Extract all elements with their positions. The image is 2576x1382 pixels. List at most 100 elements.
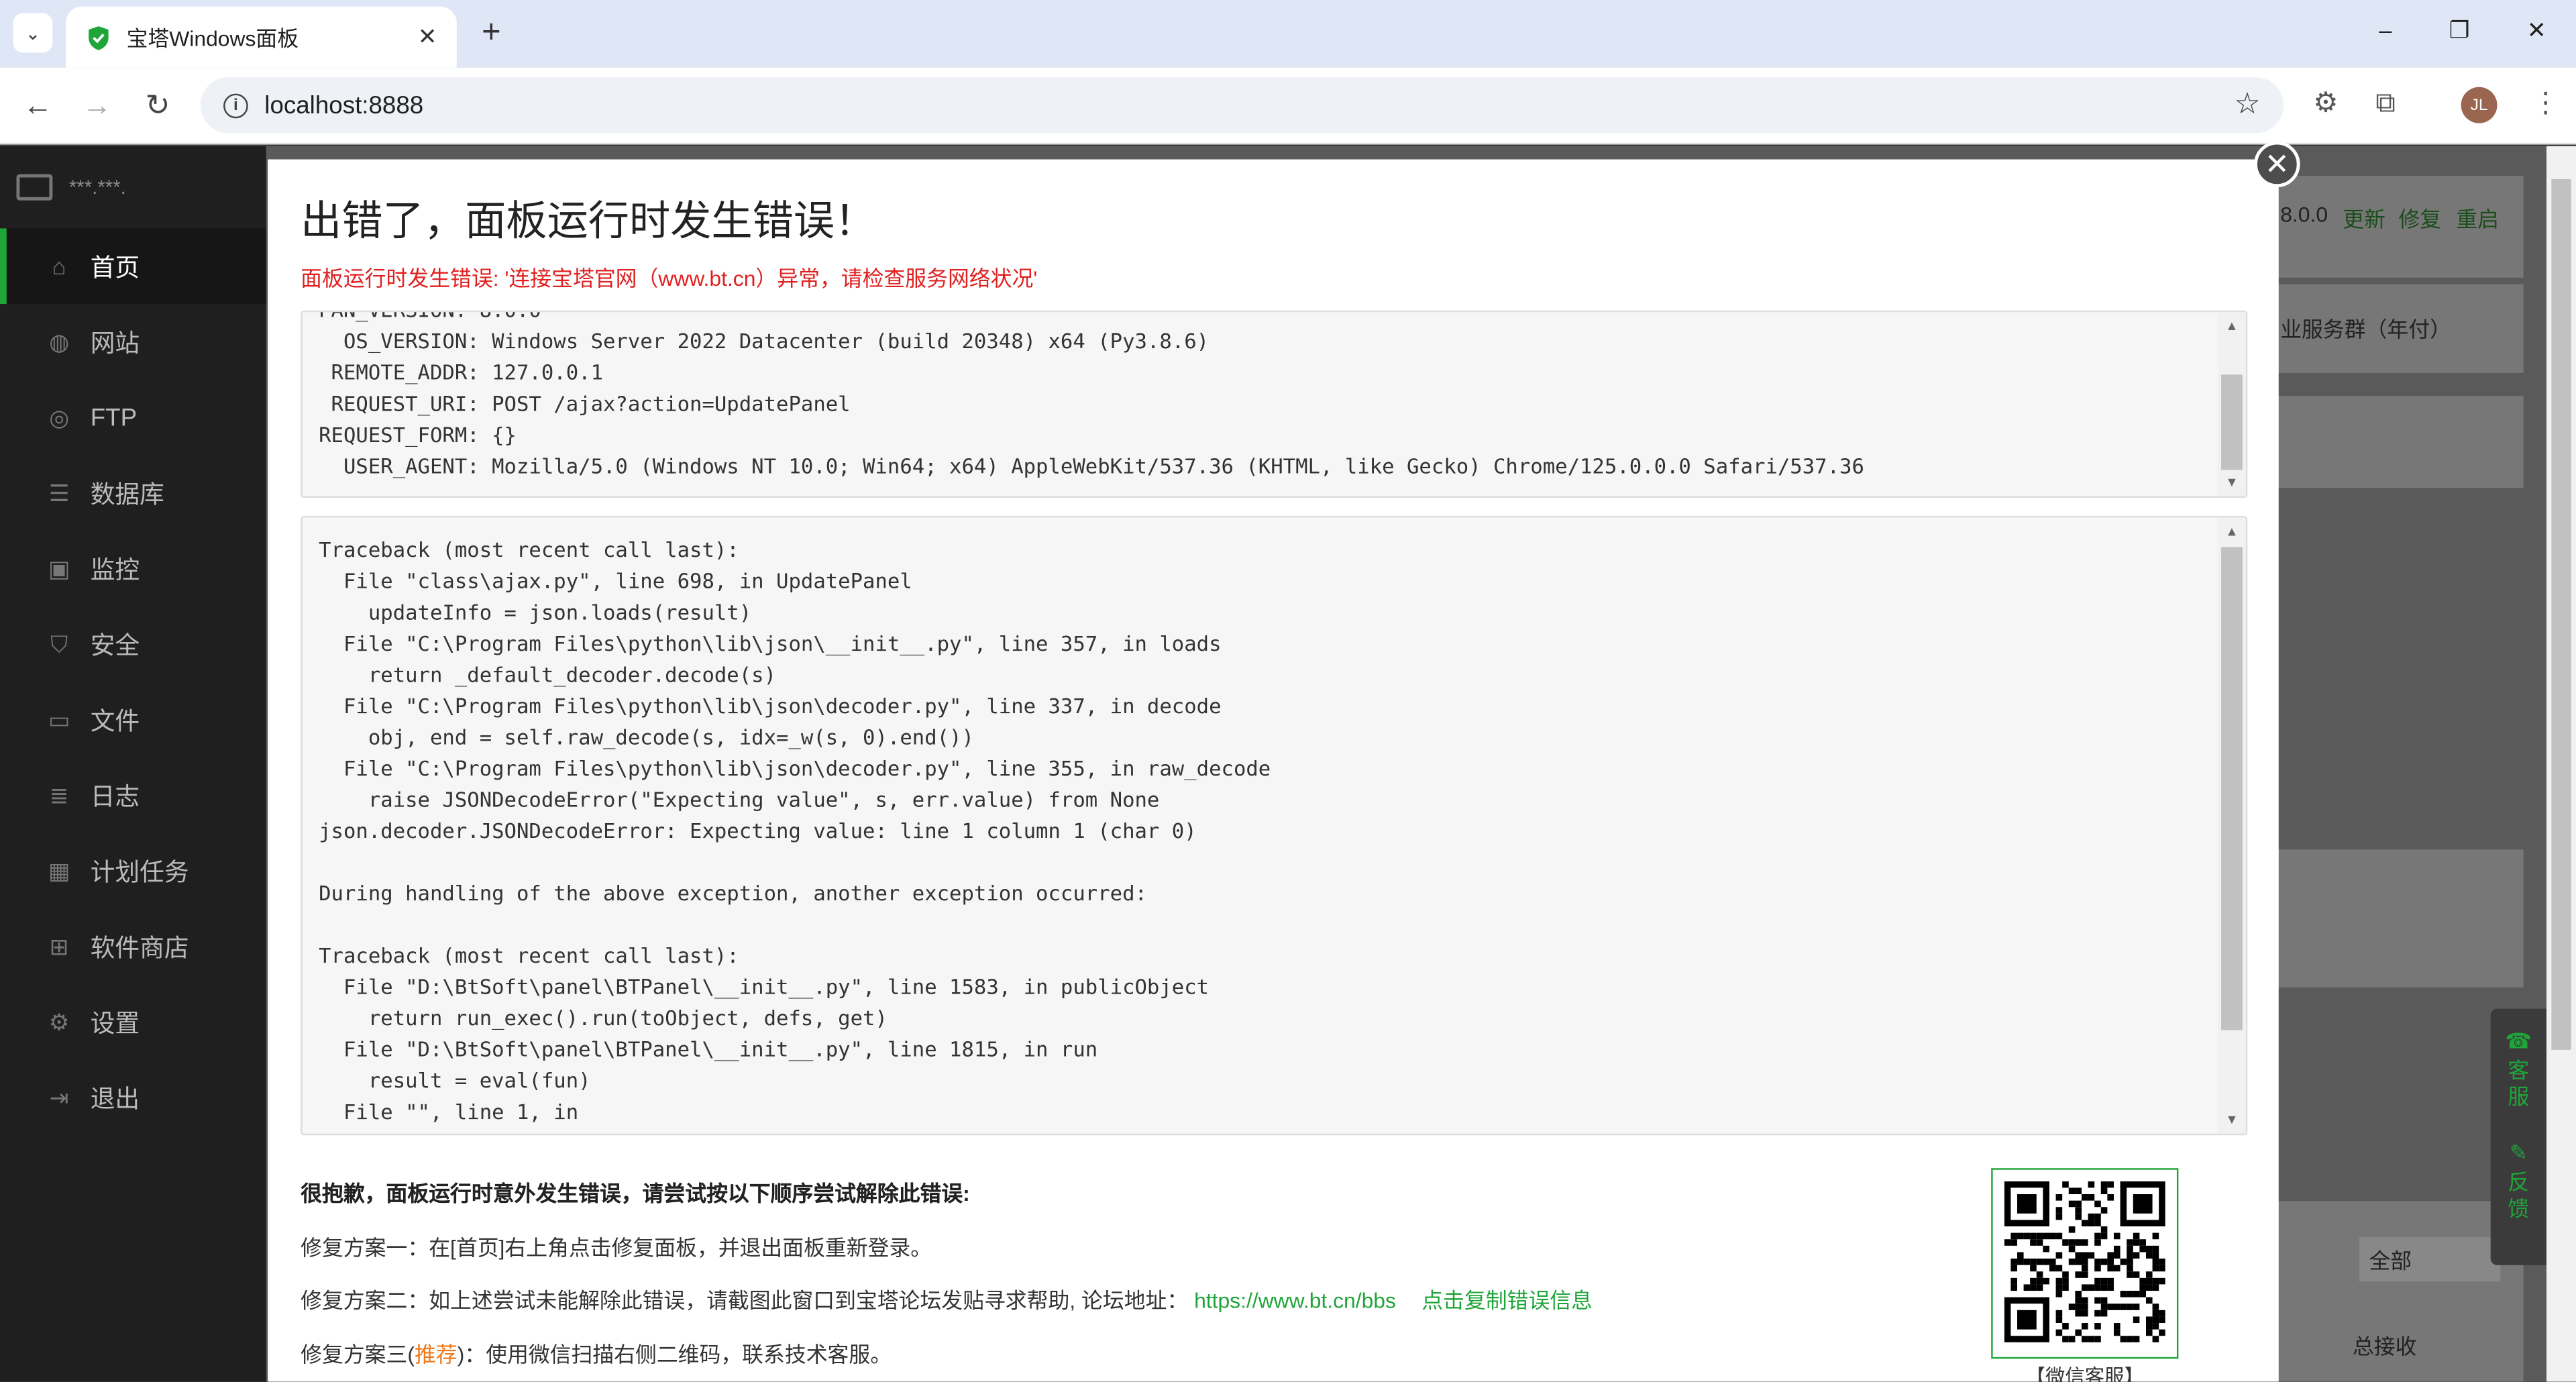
sidebar-item-label: 首页 [90, 254, 140, 282]
fix-option-1: 修复方案一：在[首页]右上角点击修复面板，并退出面板重新登录。 [301, 1235, 932, 1261]
sidebar-item-cron[interactable]: ▦ 计划任务 [0, 833, 266, 909]
sidebar-item-security[interactable]: ⛉ 安全 [0, 606, 266, 682]
address-bar[interactable]: i localhost:8888 ☆ [200, 77, 2284, 134]
env-info-text: PAN_VERSION: 8.0.0 OS_VERSION: Windows S… [319, 312, 1864, 478]
page-scrollbar[interactable] [2546, 146, 2576, 1382]
sidebar-item-monitor[interactable]: ▣ 监控 [0, 531, 266, 606]
star-icon[interactable]: ☆ [2234, 87, 2261, 121]
menu-icon[interactable]: ⋮ [2532, 87, 2560, 120]
puzzle-icon[interactable]: ⧉ [2375, 87, 2396, 120]
folder-icon: ▭ [48, 706, 70, 733]
sidebar-item-ftp[interactable]: ◎ FTP [0, 380, 266, 456]
scroll-up-icon[interactable]: ▲ [2218, 524, 2246, 539]
browser-tab[interactable]: 宝塔Windows面板 ✕ [65, 6, 457, 68]
ftp-icon: ◎ [49, 404, 70, 431]
reload-icon[interactable]: ↻ [140, 87, 176, 123]
qr-caption: 【微信客服】 [2025, 1365, 2144, 1382]
extension-icon[interactable]: ⚙ [2313, 87, 2338, 120]
tab-title: 宝塔Windows面板 [126, 26, 299, 51]
sidebar-item-label: 安全 [90, 631, 140, 660]
scroll-down-icon[interactable]: ▼ [2218, 1112, 2246, 1127]
sidebar-item-label: 文件 [90, 707, 140, 735]
scroll-up-icon[interactable]: ▲ [2218, 319, 2246, 333]
sidebar-item-label: 数据库 [90, 480, 164, 509]
recommend-tag: 推荐 [414, 1342, 458, 1367]
forward-icon[interactable]: → [79, 87, 115, 123]
grid-icon: ⊞ [49, 933, 69, 960]
traceback-scrollbar[interactable]: ▲ ▼ [2218, 517, 2246, 1134]
bg-restart-link[interactable]: 重启 [2456, 202, 2499, 233]
browser-toolbar: ← → ↻ i localhost:8888 ☆ ⚙ ⧉ JL ⋮ [0, 67, 2576, 145]
env-info-box[interactable]: PAN_VERSION: 8.0.0 OS_VERSION: Windows S… [301, 310, 2248, 498]
calendar-icon: ▦ [48, 857, 70, 884]
new-tab-button[interactable]: + [473, 13, 509, 53]
fix-option-3: 修复方案三(推荐)：使用微信扫描右侧二维码，联系技术客服。 [301, 1337, 892, 1369]
dialog-title: 出错了，面板运行时发生错误！ [301, 199, 876, 245]
sidebar-item-store[interactable]: ⊞ 软件商店 [0, 908, 266, 984]
dialog-close-button[interactable]: ✕ [2254, 141, 2300, 188]
sidebar-item-label: 设置 [90, 1009, 140, 1038]
restore-button[interactable]: ❐ [2443, 16, 2476, 44]
globe-icon: ◍ [49, 328, 70, 355]
sidebar-item-label: FTP [90, 403, 138, 431]
service-button[interactable]: 客服 [2507, 1058, 2530, 1110]
tab-search-icon[interactable]: ⌄ [13, 13, 53, 53]
scroll-thumb[interactable] [2221, 374, 2243, 470]
page-scrollbar-thumb[interactable] [2551, 178, 2571, 1050]
forum-link[interactable]: https://www.bt.cn/bbs [1194, 1288, 1396, 1313]
browser-tab-strip: ⌄ 宝塔Windows面板 ✕ + – ❐ ✕ [0, 0, 2576, 68]
avatar[interactable]: JL [2461, 87, 2498, 123]
env-info-scrollbar[interactable]: ▲ ▼ [2218, 312, 2246, 496]
sidebar-item-logs[interactable]: ≣ 日志 [0, 757, 266, 833]
window-close-button[interactable]: ✕ [2520, 16, 2553, 44]
edit-icon: ✎ [2509, 1140, 2528, 1165]
qr-code-icon [2004, 1181, 2165, 1342]
scroll-down-icon[interactable]: ▼ [2218, 475, 2246, 490]
wechat-qr-code [1991, 1168, 2179, 1359]
sidebar-item-logout[interactable]: ⇥ 退出 [0, 1060, 266, 1136]
shield-icon: ⛉ [50, 631, 68, 657]
sidebar-item-database[interactable]: ☰ 数据库 [0, 455, 266, 531]
home-icon: ⌂ [52, 253, 66, 280]
sidebar-item-label: 退出 [90, 1085, 140, 1114]
sidebar: ***.***. ⌂ 首页 ◍ 网站 ◎ FTP ☰ 数据库 ▣ 监控 ⛉ 安全 ▭ 文件 ≣… [0, 146, 266, 1382]
monitor-icon [16, 174, 53, 201]
sidebar-item-settings[interactable]: ⚙ 设置 [0, 984, 266, 1060]
sidebar-item-site[interactable]: ◍ 网站 [0, 304, 266, 380]
bg-update-link[interactable]: 更新 [2343, 202, 2385, 233]
copy-error-button[interactable]: 点击复制错误信息 [1421, 1288, 1593, 1313]
sidebar-item-label: 软件商店 [90, 934, 189, 962]
tab-close-icon[interactable]: ✕ [418, 23, 437, 51]
monitor-icon: ▣ [48, 555, 70, 582]
logout-icon: ⇥ [49, 1084, 69, 1111]
sidebar-item-label: 计划任务 [90, 858, 189, 887]
log-icon: ≣ [49, 782, 69, 808]
floating-support: ☎ 客服 ✎ 反馈 [2490, 1008, 2546, 1265]
sidebar-item-label: 网站 [90, 329, 140, 358]
bg-repair-link[interactable]: 修复 [2399, 202, 2442, 233]
scroll-thumb[interactable] [2221, 547, 2243, 1030]
bg-version: 8.0.0 [2280, 202, 2328, 227]
info-icon[interactable]: i [223, 93, 248, 118]
bg-service-group: 业服务群（年付） [2280, 317, 2451, 342]
fix-option-3-prefix: 修复方案三( [301, 1342, 415, 1367]
traceback-box[interactable]: Traceback (most recent call last): File … [301, 515, 2248, 1136]
error-message: 面板运行时发生错误: '连接宝塔官网（www.bt.cn）异常，请检查服务网络状… [301, 266, 1038, 291]
screen: ⌄ 宝塔Windows面板 ✕ + – ❐ ✕ ← → ↻ i localhos… [0, 0, 2576, 1382]
database-icon: ☰ [48, 480, 70, 507]
sidebar-item-home[interactable]: ⌂ 首页 [0, 228, 266, 305]
bg-panel-3 [2273, 396, 2524, 488]
back-icon[interactable]: ← [19, 87, 56, 123]
url-text: localhost:8888 [264, 91, 424, 119]
support-icon: ☎ [2505, 1028, 2532, 1053]
help-title: 很抱歉，面板运行时意外发生错误，请尝试按以下顺序尝试解除此错误: [301, 1181, 970, 1206]
feedback-button[interactable]: 反馈 [2507, 1170, 2530, 1222]
fix-option-3-suffix: )：使用微信扫描右侧二维码，联系技术客服。 [457, 1342, 892, 1367]
sidebar-item-label: 日志 [90, 782, 140, 811]
sidebar-item-files[interactable]: ▭ 文件 [0, 682, 266, 757]
sidebar-item-label: 监控 [90, 555, 140, 584]
bg-total-received: 总接收 [2352, 1334, 2417, 1359]
minimize-button[interactable]: – [2369, 16, 2402, 42]
server-name: ***.***. [68, 176, 126, 199]
bg-filter-select[interactable]: 全部 [2359, 1237, 2501, 1282]
